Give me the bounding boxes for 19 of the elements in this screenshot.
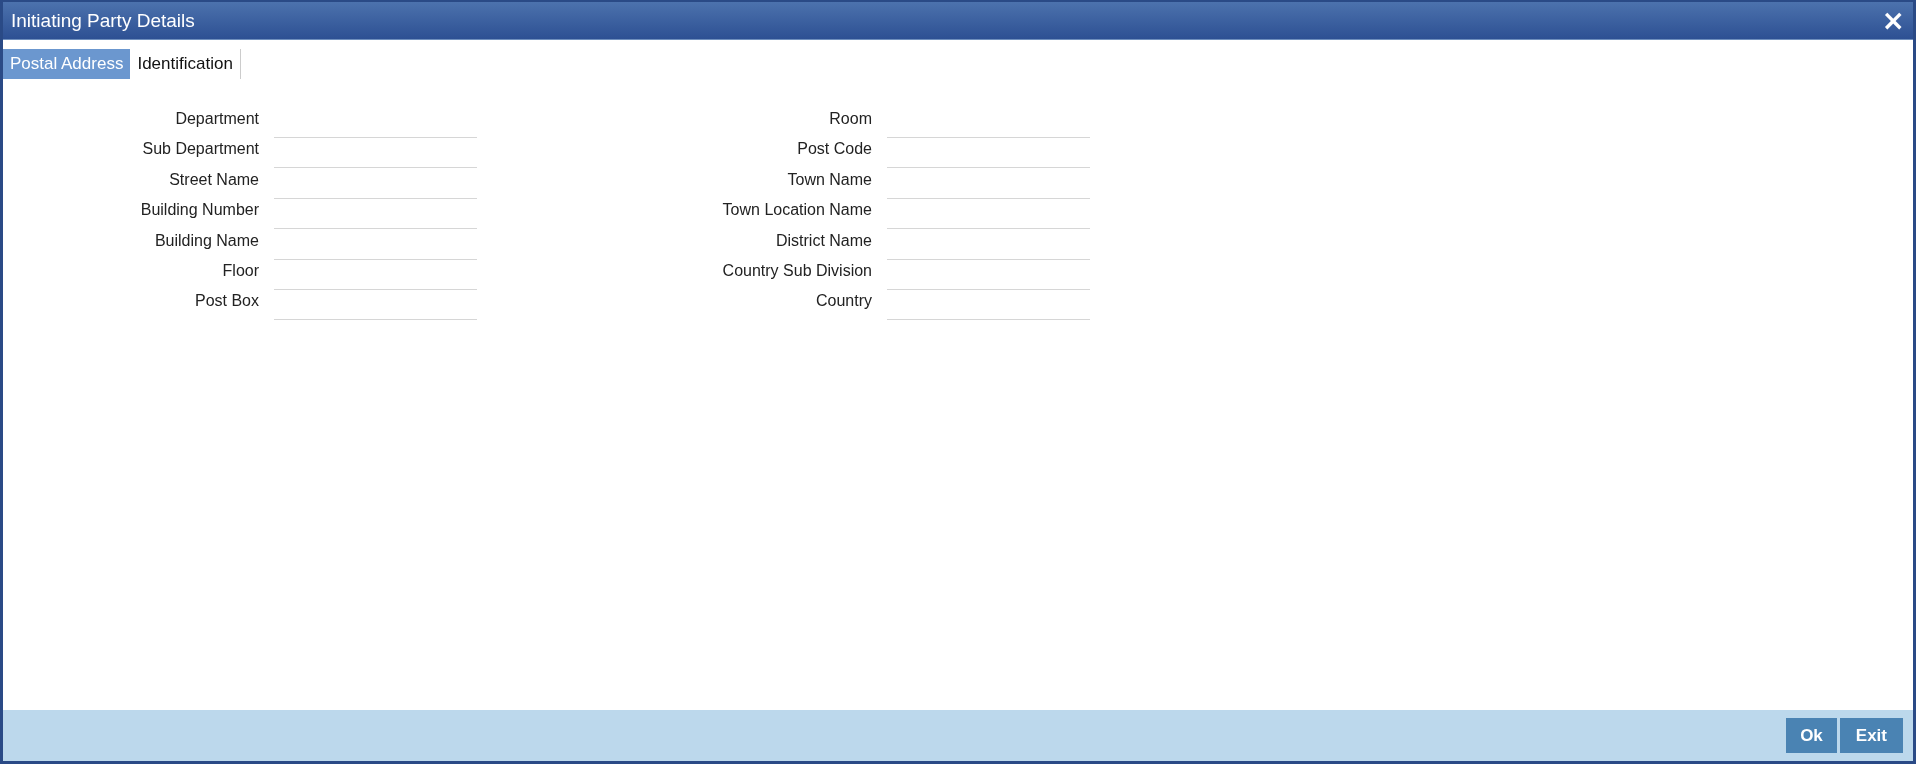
field-label: District Name bbox=[775, 231, 872, 250]
window-title: Initiating Party Details bbox=[11, 9, 195, 32]
field-label: Building Name bbox=[153, 231, 259, 250]
field-label: Floor bbox=[221, 261, 259, 280]
tab[interactable]: Postal Address bbox=[3, 49, 131, 79]
close-button[interactable]: × bbox=[1879, 6, 1907, 35]
field-label: Country bbox=[814, 292, 872, 311]
field-label: Building Number bbox=[139, 201, 259, 220]
footer-button[interactable]: Exit bbox=[1839, 718, 1903, 753]
field-label: Sub Department bbox=[141, 140, 259, 159]
field-label: Room bbox=[828, 110, 872, 128]
footer-button[interactable]: Ok bbox=[1786, 718, 1837, 753]
field-label: Town Location Name bbox=[721, 201, 872, 220]
field-label: Street Name bbox=[168, 170, 259, 189]
field-label: Post Code bbox=[796, 140, 872, 159]
field-label: Post Box bbox=[193, 292, 259, 311]
field-label: Country Sub Division bbox=[721, 261, 872, 280]
field-label: Town Name bbox=[786, 170, 872, 189]
field-label: Department bbox=[174, 110, 259, 128]
